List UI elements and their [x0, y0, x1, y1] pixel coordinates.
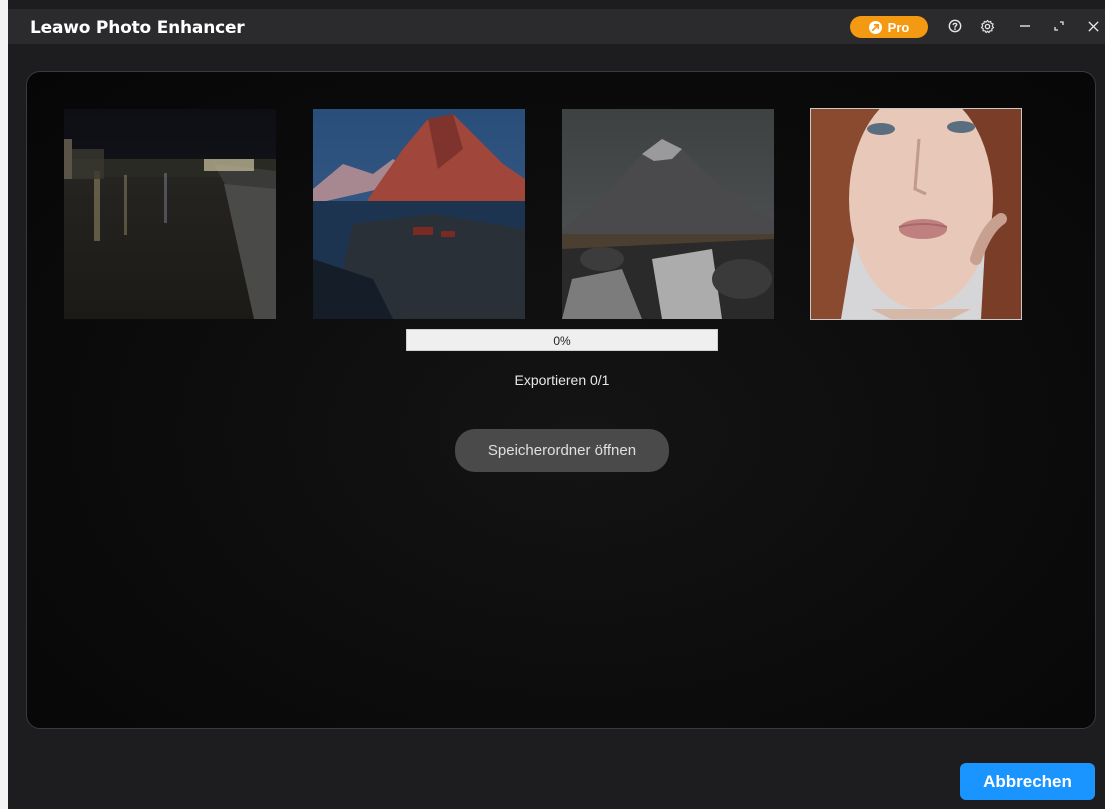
maximize-icon[interactable] — [1048, 15, 1070, 37]
thumbnail-portrait — [810, 108, 1022, 320]
thumbnail-waterfall — [562, 109, 774, 319]
progress-label: 0% — [553, 334, 571, 348]
gear-icon[interactable] — [976, 15, 998, 37]
window-edge — [0, 0, 8, 809]
open-folder-button[interactable]: Speicherordner öffnen — [455, 429, 669, 472]
close-icon[interactable] — [1082, 15, 1104, 37]
pro-upgrade-button[interactable]: Pro — [850, 16, 928, 38]
pro-label: Pro — [887, 19, 910, 35]
cancel-button[interactable]: Abbrechen — [960, 763, 1095, 800]
help-icon[interactable] — [944, 15, 966, 37]
minimize-icon[interactable] — [1014, 15, 1036, 37]
export-status: Exportieren 0/1 — [514, 372, 610, 388]
title-bar: Leawo Photo Enhancer Pro — [8, 9, 1105, 44]
export-progress-bar: 0% — [406, 329, 718, 351]
app-title: Leawo Photo Enhancer — [30, 18, 245, 38]
thumbnail-city-night — [64, 109, 276, 319]
thumbnail-red-mountain — [313, 109, 525, 319]
rocket-icon — [868, 20, 882, 34]
